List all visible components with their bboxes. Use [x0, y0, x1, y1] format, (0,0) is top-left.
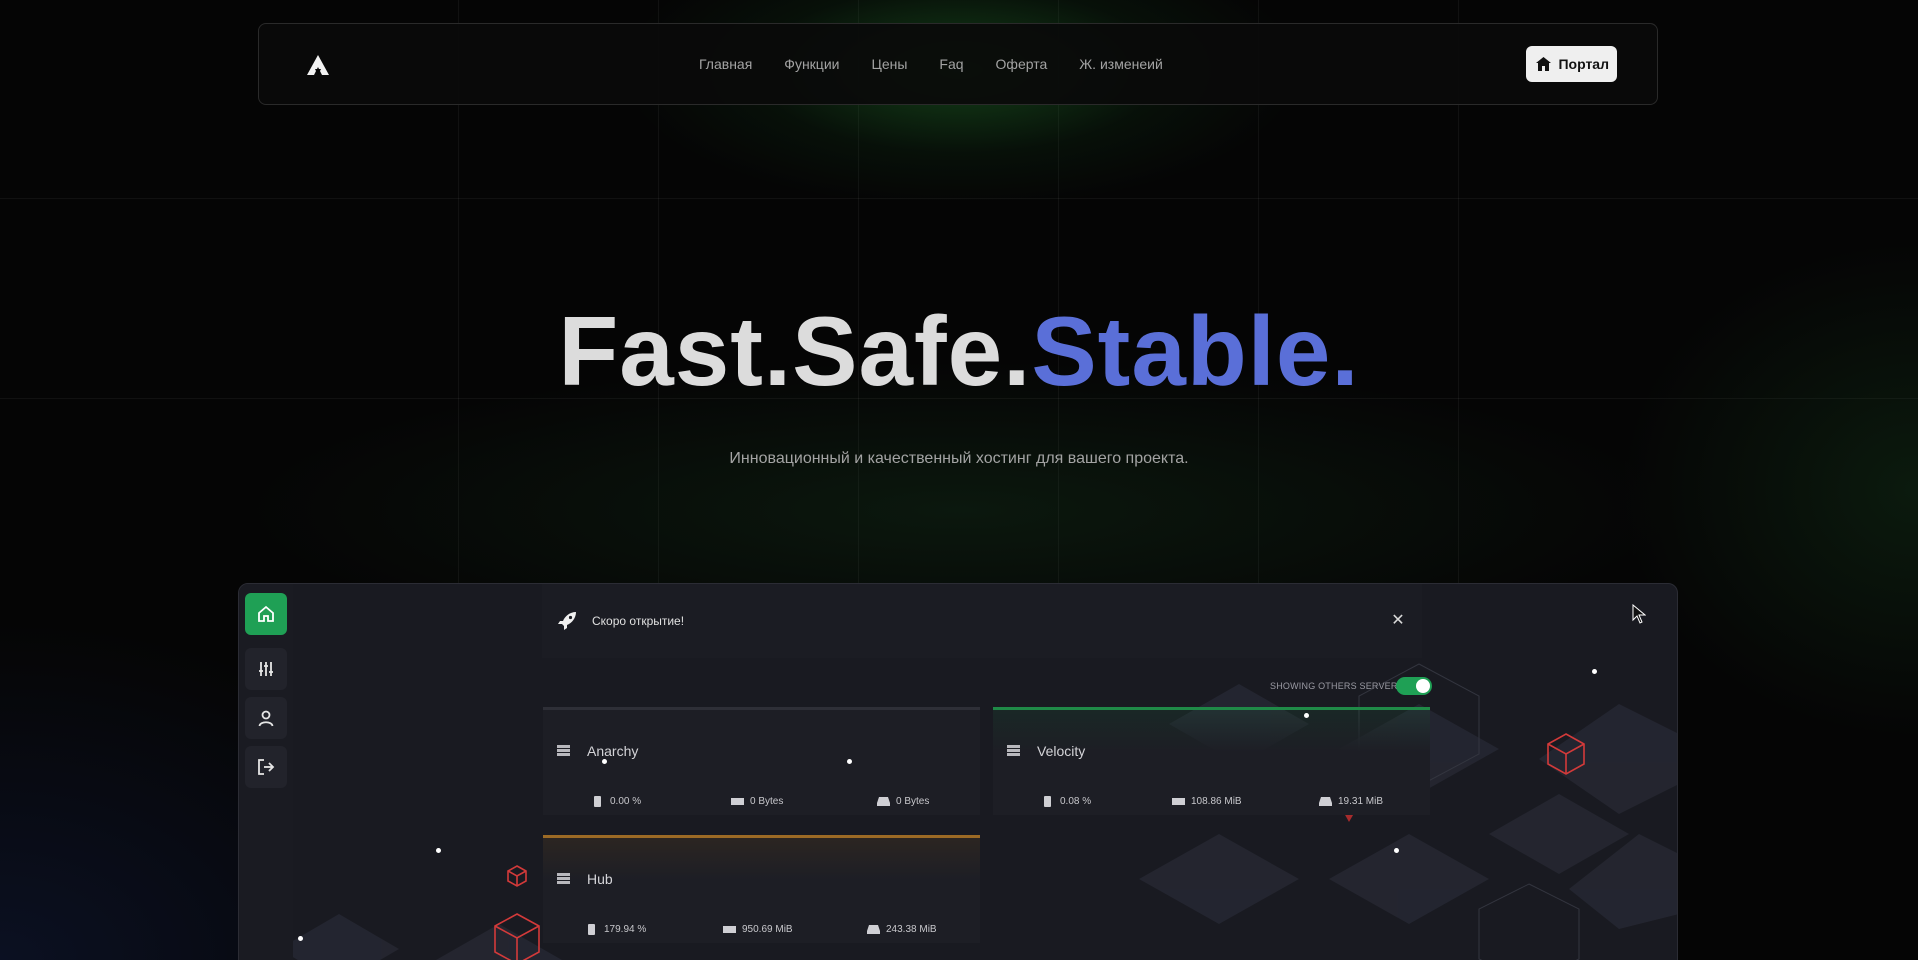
particle-dot: [298, 936, 303, 941]
navbar: Главная Функции Цены Faq Оферта Ж. измен…: [258, 23, 1658, 105]
cpu-stat: 179.94 %: [585, 924, 646, 935]
memory-icon: [723, 926, 736, 933]
memory-stat: 0 Bytes: [731, 796, 783, 807]
server-card-anarchy[interactable]: Anarchy 0.00 % 0 Bytes 0 Bytes: [543, 707, 980, 815]
hero-title-white: Fast.Safe.: [558, 296, 1032, 406]
logo[interactable]: [307, 55, 329, 75]
cpu-icon: [594, 796, 601, 807]
nav-link-changelog[interactable]: Ж. изменеий: [1079, 56, 1163, 72]
cpu-stat: 0.00 %: [591, 796, 641, 807]
notice-text: Скоро открытие!: [592, 614, 685, 628]
memory-value: 950.69 MiB: [742, 924, 793, 935]
disk-icon: [867, 925, 880, 934]
portal-button[interactable]: Портал: [1526, 46, 1617, 82]
cpu-value: 0.08 %: [1060, 796, 1092, 807]
particle-dot: [1592, 669, 1597, 674]
server-name: Hub: [587, 871, 613, 887]
home-icon: [258, 605, 274, 622]
cpu-stat: 0.08 %: [1041, 796, 1091, 807]
user-icon: [258, 710, 274, 727]
dashboard-sidebar: [239, 584, 293, 960]
server-name: Velocity: [1037, 743, 1086, 759]
server-icon: [557, 745, 570, 756]
disk-value: 243.38 MiB: [886, 924, 937, 935]
portal-button-label: Портал: [1558, 56, 1609, 72]
server-icon: [1007, 745, 1020, 756]
particle-dot: [1304, 713, 1309, 718]
memory-icon: [1172, 798, 1185, 805]
disk-value: 0 Bytes: [896, 796, 930, 807]
server-card-hub[interactable]: Hub 179.94 % 950.69 MiB 243.38 MiB: [543, 835, 980, 943]
particle-dot: [1394, 848, 1399, 853]
sidebar-logout-button[interactable]: [245, 746, 287, 788]
cpu-icon: [1044, 796, 1051, 807]
particle-dot: [847, 759, 852, 764]
nav-link-prices[interactable]: Цены: [871, 56, 907, 72]
home-icon: [1536, 57, 1552, 71]
nav-link-faq[interactable]: Faq: [939, 56, 963, 72]
hero-title-blue: Stable.: [1031, 296, 1360, 406]
mouse-cursor-icon: [1632, 604, 1646, 624]
server-name: Anarchy: [587, 743, 639, 759]
server-card-velocity[interactable]: Velocity 0.08 % 108.86 MiB 19.31 MiB: [993, 707, 1430, 815]
sidebar-settings-button[interactable]: [245, 648, 287, 690]
disk-stat: 243.38 MiB: [867, 924, 937, 935]
close-icon[interactable]: ✕: [1388, 611, 1408, 631]
hero-title: Fast.Safe.Stable.: [0, 295, 1918, 408]
memory-value: 108.86 MiB: [1191, 796, 1242, 807]
disk-stat: 19.31 MiB: [1319, 796, 1383, 807]
sidebar-home-button[interactable]: [245, 593, 287, 635]
disk-stat: 0 Bytes: [877, 796, 929, 807]
nav-menu: Главная Функции Цены Faq Оферта Ж. измен…: [699, 24, 1163, 104]
cpu-value: 0.00 %: [610, 796, 642, 807]
memory-icon: [731, 798, 744, 805]
memory-value: 0 Bytes: [750, 796, 784, 807]
cpu-icon: [588, 924, 595, 935]
show-others-servers-toggle[interactable]: [1396, 677, 1432, 695]
memory-stat: 108.86 MiB: [1172, 796, 1242, 807]
disk-icon: [1319, 797, 1332, 806]
disk-icon: [877, 797, 890, 806]
nav-link-home[interactable]: Главная: [699, 56, 752, 72]
sidebar-account-button[interactable]: [245, 697, 287, 739]
memory-stat: 950.69 MiB: [723, 924, 793, 935]
particle-dot: [436, 848, 441, 853]
cpu-value: 179.94 %: [604, 924, 647, 935]
disk-value: 19.31 MiB: [1338, 796, 1384, 807]
rocket-icon: [558, 612, 576, 630]
sliders-icon: [259, 662, 273, 676]
server-icon: [557, 873, 570, 884]
logout-icon: [258, 759, 275, 775]
hero-subtitle: Инновационный и качественный хостинг для…: [729, 450, 1189, 467]
toggle-label: SHOWING OTHERS SERVERS: [1270, 681, 1404, 691]
dashboard-preview: Скоро открытие! ✕ SHOWING OTHERS SERVERS…: [238, 583, 1678, 960]
notice-banner: Скоро открытие! ✕: [542, 584, 1422, 658]
particle-dot: [602, 759, 607, 764]
nav-link-features[interactable]: Функции: [784, 56, 839, 72]
nav-link-offer[interactable]: Оферта: [996, 56, 1048, 72]
